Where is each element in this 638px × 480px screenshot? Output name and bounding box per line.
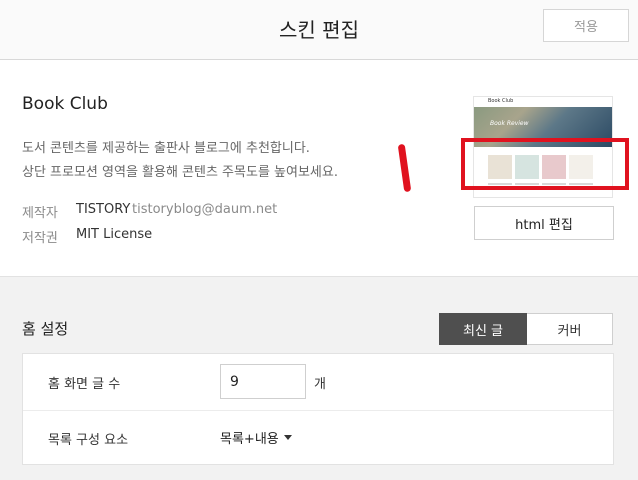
list-composition-label: 목록 구성 요소: [48, 433, 129, 448]
thumbnail-text-line: [488, 183, 512, 185]
skin-name: Book Club: [22, 94, 108, 114]
thumbnail-hero-text: Book Review: [490, 120, 529, 127]
home-settings-panel: 홈 화면 글 수 개 목록 구성 요소 목록+내용: [22, 353, 614, 465]
thumbnail-topbar: Book Club: [474, 97, 612, 107]
chevron-down-icon: [283, 435, 292, 440]
skin-description-line2: 상단 프로모션 영역을 활용해 콘텐츠 주목도를 높여보세요.: [22, 165, 338, 180]
author-name: TISTORY: [76, 202, 131, 217]
license-value: MIT License: [76, 227, 153, 242]
post-count-label: 홈 화면 글 수: [48, 377, 121, 392]
skin-info-panel: Book Club 도서 콘텐츠를 제공하는 출판사 블로그에 추천합니다. 상…: [0, 60, 638, 277]
license-label: 저작권: [22, 231, 58, 246]
post-count-input[interactable]: [220, 364, 306, 399]
toggle-latest-posts[interactable]: 최신 글: [439, 313, 527, 345]
home-settings-title: 홈 설정: [22, 320, 69, 338]
row-divider: [23, 410, 613, 411]
thumbnail-post-image: [542, 155, 566, 179]
thumbnail-brand: Book Club: [488, 98, 514, 104]
thumbnail-hero-image: Book Review: [474, 107, 612, 147]
skin-description-line1: 도서 콘텐츠를 제공하는 출판사 블로그에 추천합니다.: [22, 141, 310, 156]
thumbnail-post-image: [569, 155, 593, 179]
thumbnail-post-image: [515, 155, 539, 179]
thumbnail-text-line: [569, 183, 593, 185]
header-bar: 스킨 편집 적용: [0, 0, 638, 60]
thumbnail-text-line: [542, 183, 566, 185]
list-composition-select[interactable]: 목록+내용: [220, 428, 292, 447]
list-composition-value: 목록+내용: [220, 432, 279, 447]
thumbnail-post-image: [488, 155, 512, 179]
author-label: 제작자: [22, 206, 58, 221]
skin-thumbnail: Book Club Book Review: [473, 96, 613, 198]
apply-button[interactable]: 적용: [543, 9, 629, 42]
home-type-toggle: 최신 글 커버: [439, 313, 613, 345]
author-email: tistoryblog@daum.net: [132, 202, 278, 217]
html-edit-button[interactable]: html 편집: [474, 206, 614, 240]
toggle-cover[interactable]: 커버: [527, 313, 613, 345]
thumbnail-text-line: [515, 183, 539, 185]
post-count-unit: 개: [314, 377, 326, 392]
